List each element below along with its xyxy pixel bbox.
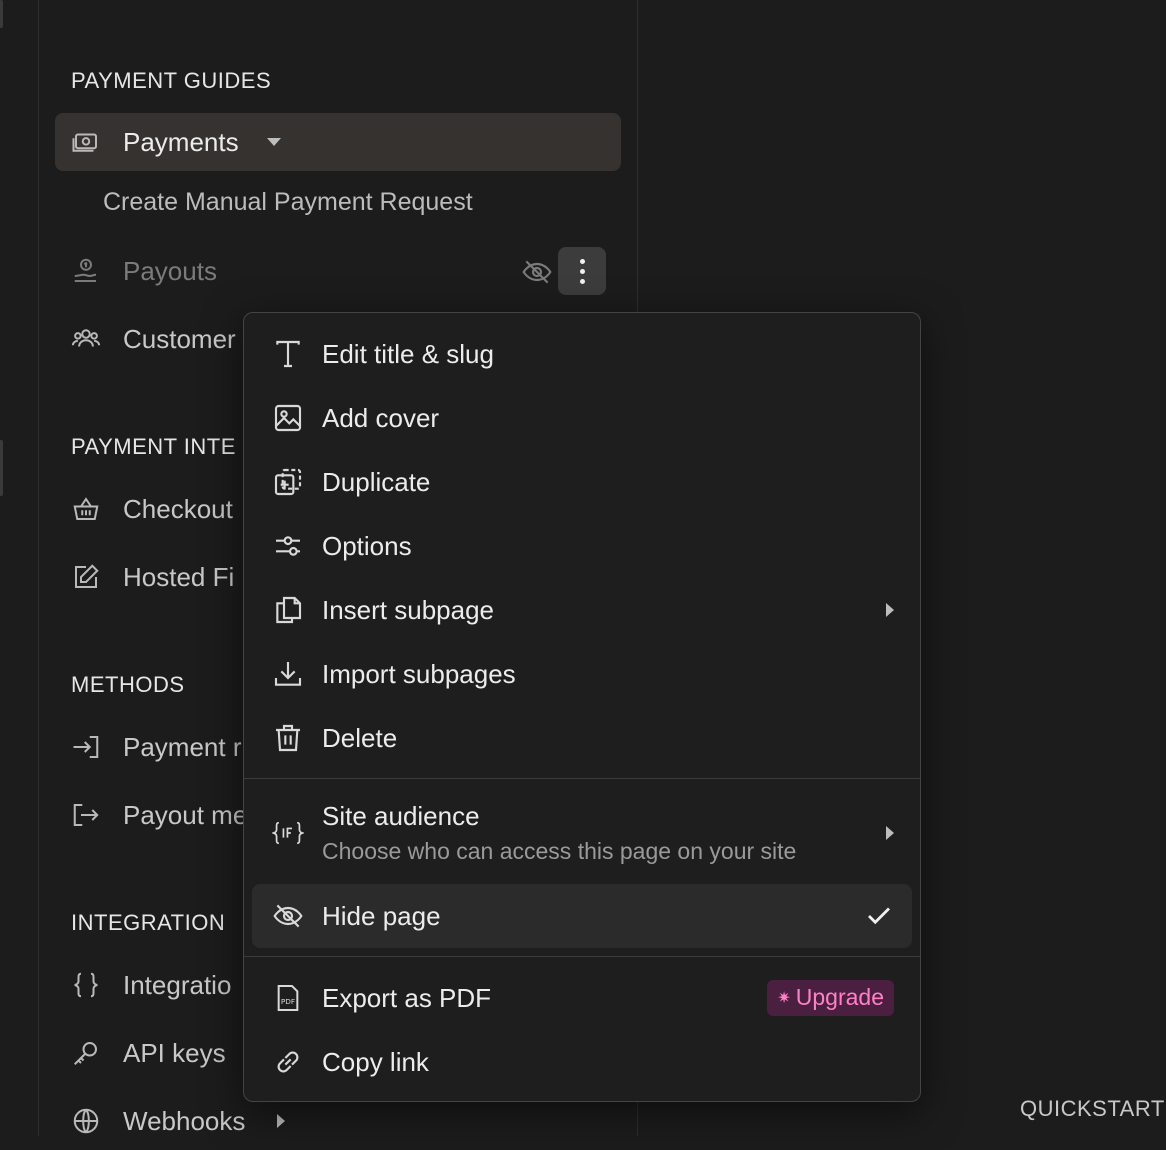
submenu-arrow-icon [886,603,894,617]
sidebar-item-label: Payments [123,126,239,157]
section-title-payment-guides: PAYMENT GUIDES [71,68,272,93]
basket-icon [69,492,103,526]
section-title-payment-integrations: PAYMENT INTE [71,434,236,459]
sidebar-item-label: Payout me [123,799,248,830]
rail-marker [0,0,3,28]
rail-marker [0,440,3,496]
pages-icon [270,592,306,628]
braces-icon [69,968,103,1002]
conditional-braces-icon [270,815,306,851]
menu-item-delete[interactable]: Delete [252,706,912,770]
image-icon [270,400,306,436]
sidebar-item-payments[interactable]: Payments [55,113,621,171]
menu-item-options[interactable]: Options [252,514,912,578]
more-options-button[interactable] [558,247,606,295]
download-icon [270,656,306,692]
eye-off-icon[interactable] [521,256,553,288]
sidebar-item-label: Integratio [123,969,232,1000]
checkmark-icon [864,901,894,931]
page-context-menu: Edit title & slug Add cover Duplicate Op… [243,312,921,1102]
sidebar-item-label: Checkout [123,493,233,524]
section-title-methods: METHODS [71,672,185,697]
menu-divider [244,956,920,957]
menu-item-add-cover[interactable]: Add cover [252,386,912,450]
sliders-icon [270,528,306,564]
menu-item-duplicate[interactable]: Duplicate [252,450,912,514]
text-icon [270,336,306,372]
menu-item-edit-title[interactable]: Edit title & slug [252,322,912,386]
sidebar-item-label: Hosted Fi [123,561,235,592]
menu-item-hide-page[interactable]: Hide page [252,884,912,948]
left-rail [0,0,39,1136]
users-icon [69,322,103,356]
menu-item-import-subpages[interactable]: Import subpages [252,642,912,706]
key-icon [69,1036,103,1070]
sign-in-icon [69,730,103,764]
menu-item-copy-link[interactable]: Copy link [252,1030,912,1094]
duplicate-icon [270,464,306,500]
eye-off-icon [270,898,306,934]
sidebar-item-label: Customer [123,323,236,354]
sidebar-item-label: Payment r [123,731,242,762]
submenu-arrow-icon [886,826,894,840]
chevron-down-icon[interactable] [266,138,281,146]
edit-square-icon [69,560,103,594]
vertical-dots-icon [579,256,585,286]
upgrade-badge[interactable]: ✷ Upgrade [767,980,894,1016]
menu-divider [244,778,920,779]
trash-icon [270,720,306,756]
sign-out-icon [69,798,103,832]
menu-item-insert-subpage[interactable]: Insert subpage [252,578,912,642]
hand-coin-icon [69,254,103,288]
sidebar-item-label: API keys [123,1037,226,1068]
menu-item-export-pdf[interactable]: PDF Export as PDF ✷ Upgrade [252,966,912,1030]
menu-item-site-audience[interactable]: Site audience Choose who can access this… [252,791,912,875]
sidebar-subitem-create-manual-payment[interactable]: Create Manual Payment Request [103,188,473,217]
svg-text:PDF: PDF [281,997,295,1006]
sidebar-item-label: Payouts [123,255,217,286]
globe-icon [69,1104,103,1138]
section-title-integration: INTEGRATION [71,910,226,935]
sparkle-icon: ✷ [777,989,791,1007]
chevron-right-icon[interactable] [277,1114,286,1128]
quickstart-heading: QUICKSTART [1020,1096,1165,1121]
link-icon [270,1044,306,1080]
sidebar-item-label: Webhooks [123,1105,246,1136]
pdf-file-icon: PDF [270,980,306,1016]
money-icon [69,125,103,159]
